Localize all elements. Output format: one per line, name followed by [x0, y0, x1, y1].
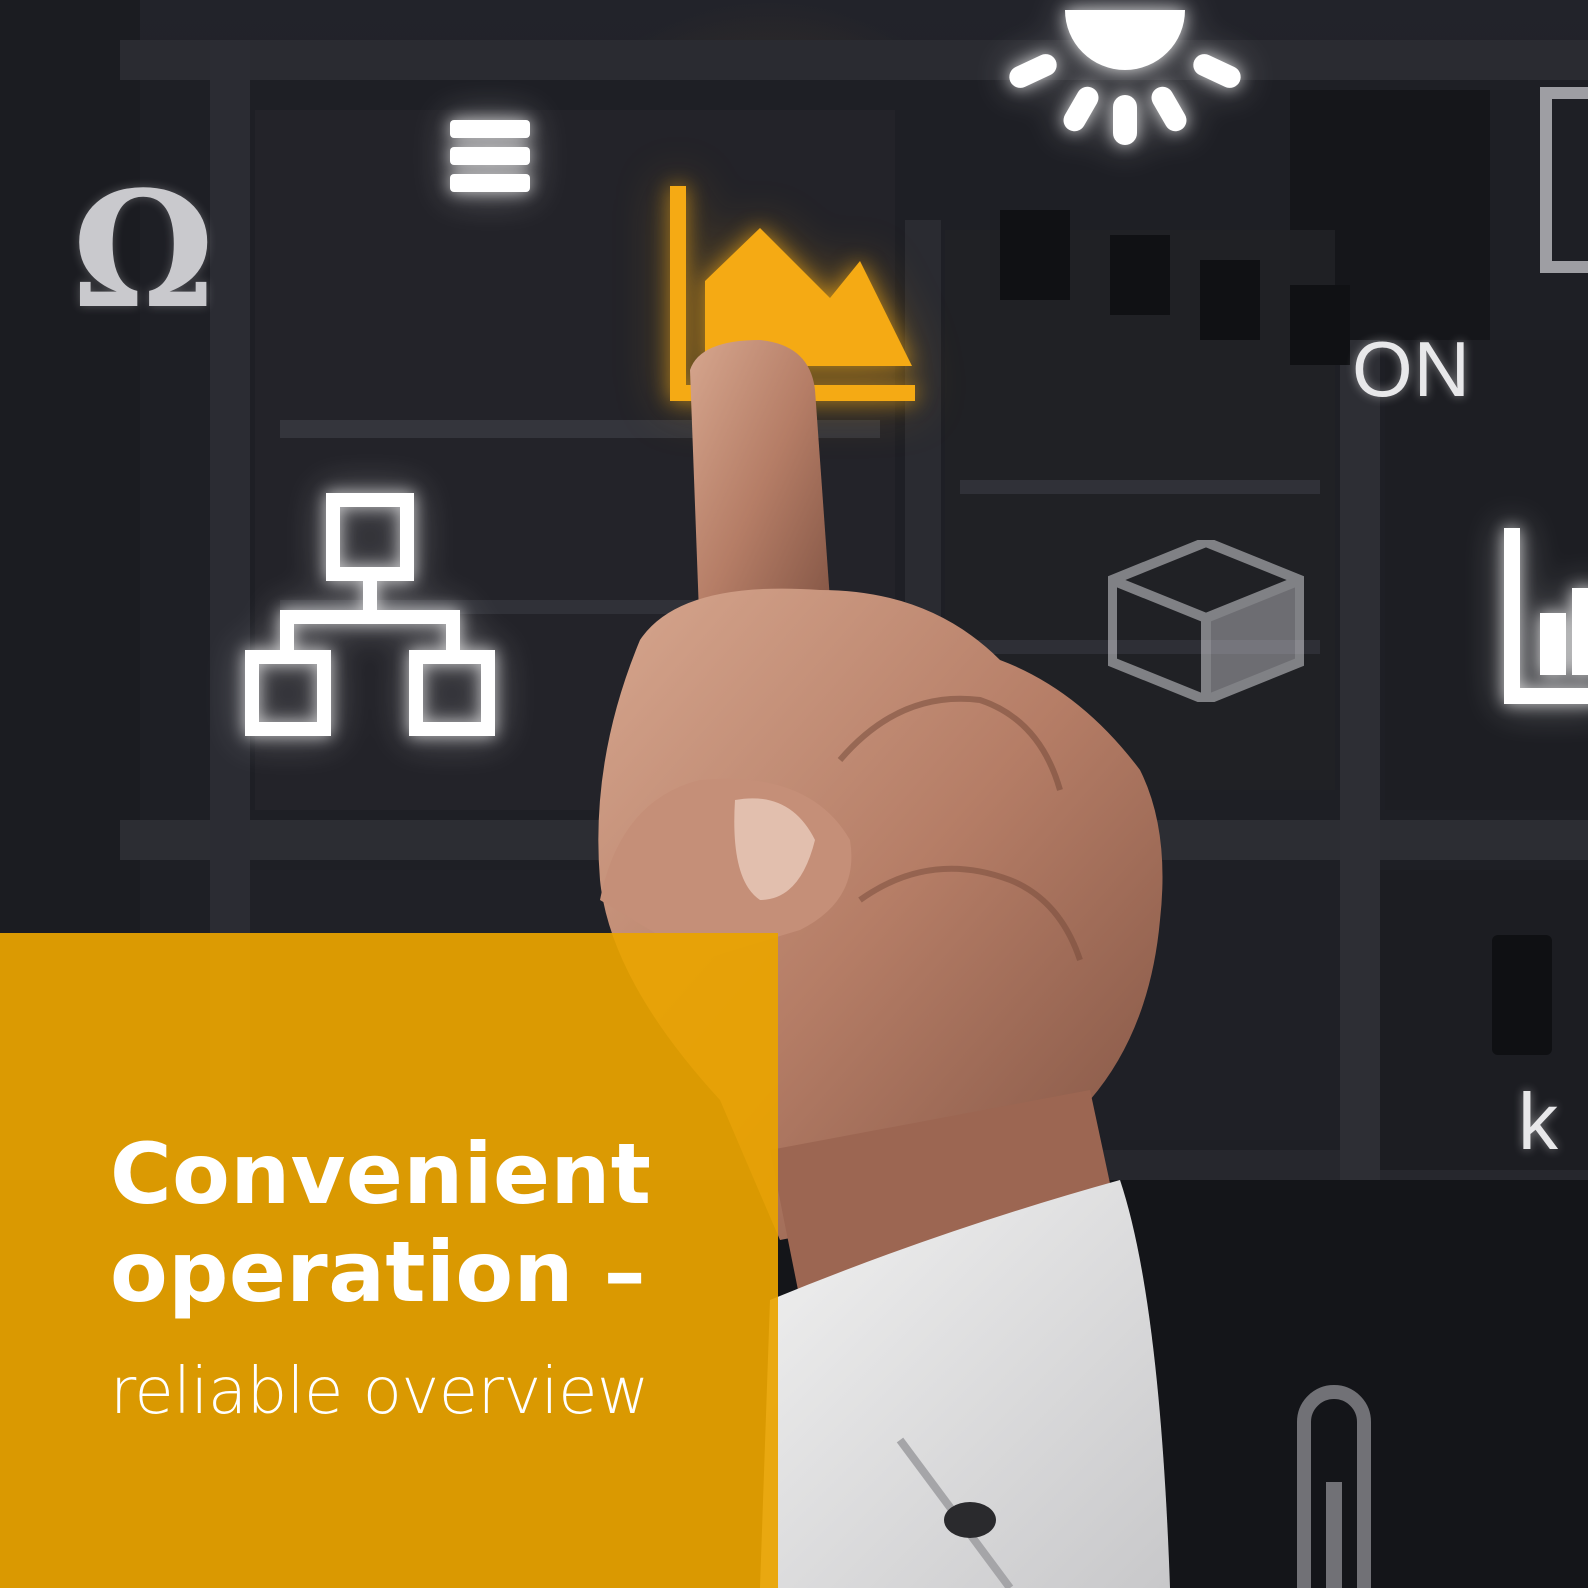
hero-scene: Ω ON k Convenient operation – reliable o… — [0, 0, 1588, 1588]
headline-title: Convenient operation – — [110, 1125, 760, 1321]
headline-subtitle: reliable overview — [110, 1355, 649, 1429]
headline-title-line2: operation – — [110, 1223, 647, 1321]
headline-title-line1: Convenient — [110, 1125, 652, 1223]
